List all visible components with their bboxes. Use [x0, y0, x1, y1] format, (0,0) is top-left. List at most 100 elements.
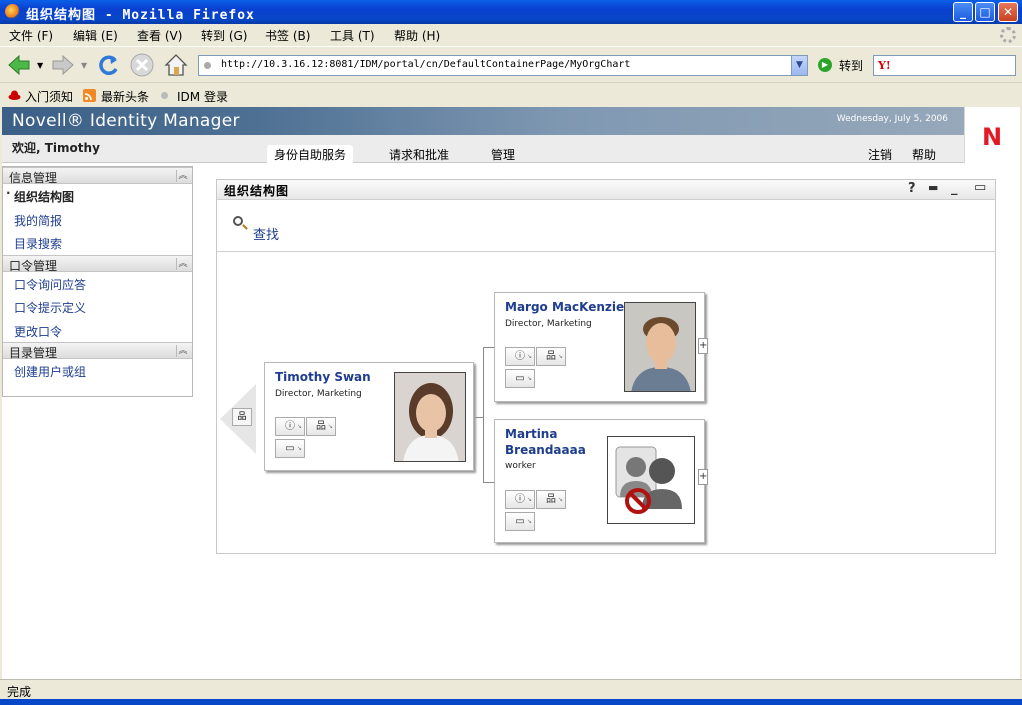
app-brand: Novell® Identity Manager — [12, 111, 240, 131]
person-photo — [624, 302, 696, 392]
stop-icon[interactable] — [129, 52, 155, 78]
person-title: worker — [505, 461, 536, 471]
bookmark-getting-started[interactable]: 入门须知 — [25, 88, 73, 105]
bookmark-latest-headlines[interactable]: 最新头条 — [101, 88, 149, 105]
email-icon[interactable]: ▭ ↘ — [505, 369, 535, 388]
bookmark-idm-login[interactable]: IDM 登录 — [177, 88, 228, 105]
navigation-toolbar: ▼ ▼ http://10.3.16.12:8081/IDM/portal/cn… — [0, 46, 1022, 82]
person-photo — [394, 372, 466, 462]
sidebar-item-create-user-group[interactable]: 创建用户或组 — [3, 359, 192, 383]
sidebar-section-info-management[interactable]: 信息管理 ︽ — [3, 167, 192, 185]
forward-icon[interactable] — [50, 52, 76, 78]
find-toolbar: 查找 — [217, 200, 995, 252]
header-date: Wednesday, July 5, 2006 — [836, 114, 948, 124]
window-title: 组织结构图 - Mozilla Firefox — [26, 8, 255, 23]
chart-connector — [475, 417, 483, 418]
tab-identity-self-service[interactable]: 身份自助服务 — [267, 145, 354, 164]
report-card[interactable]: Margo MacKenzie Director, Marketing ⓘ ↘ 品… — [494, 292, 705, 402]
menu-bookmarks[interactable]: 书签 (B) — [265, 27, 310, 44]
maximize-portlet-icon[interactable]: ▭ — [974, 180, 986, 195]
info-icon[interactable]: ⓘ ↘ — [275, 417, 305, 436]
sidebar-item-org-chart[interactable]: 组织结构图 — [3, 184, 192, 208]
sidebar-section-directory-management[interactable]: 目录管理 ︽ — [3, 342, 192, 360]
person-name[interactable]: Timothy Swan — [275, 370, 371, 384]
sidebar-item-directory-search[interactable]: 目录搜索 — [3, 231, 192, 255]
menubar: 文件 (F) 编辑 (E) 查看 (V) 转到 (G) 书签 (B) 工具 (T… — [0, 24, 1022, 46]
sidebar-section-password-management[interactable]: 口令管理 ︽ — [3, 254, 192, 273]
firefox-icon — [5, 4, 20, 19]
sidebar-item-password-hint[interactable]: 口令提示定义 — [3, 295, 192, 319]
welcome-text: 欢迎, Timothy — [12, 141, 100, 155]
tab-requests-approvals[interactable]: 请求和批准 — [389, 146, 449, 163]
address-bar[interactable]: http://10.3.16.12:8081/IDM/portal/cn/Def… — [198, 55, 808, 76]
menu-help[interactable]: 帮助 (H) — [394, 27, 440, 44]
page-bookmark-icon — [161, 92, 168, 99]
person-title: Director, Marketing — [505, 319, 592, 329]
close-window-button[interactable]: ✕ — [998, 2, 1018, 22]
minimize-portlet-icon[interactable]: _ — [951, 181, 958, 196]
go-button[interactable]: 转到 — [839, 57, 863, 74]
info-icon[interactable]: ⓘ ↘ — [505, 490, 535, 509]
collapse-icon[interactable]: ︽ — [176, 257, 189, 270]
menu-go[interactable]: 转到 (G) — [201, 27, 247, 44]
email-icon[interactable]: ▭ ↘ — [505, 512, 535, 531]
no-photo-placeholder — [607, 436, 695, 524]
help-link[interactable]: 帮助 — [912, 146, 936, 163]
address-url[interactable]: http://10.3.16.12:8081/IDM/portal/cn/Def… — [221, 59, 630, 70]
help-icon[interactable]: ? — [908, 181, 916, 196]
search-icon[interactable] — [233, 216, 243, 226]
forward-dropdown-icon[interactable]: ▼ — [81, 61, 87, 70]
email-icon[interactable]: ▭ ↘ — [275, 439, 305, 458]
chart-connector — [483, 347, 484, 482]
menu-file[interactable]: 文件 (F) — [9, 27, 53, 44]
menu-tools[interactable]: 工具 (T) — [330, 27, 375, 44]
menu-view[interactable]: 查看 (V) — [137, 27, 182, 44]
orgchart-icon[interactable]: 品 ↘ — [306, 417, 336, 436]
sidebar-item-change-password[interactable]: 更改口令 — [3, 319, 192, 343]
rss-feed-icon — [83, 89, 96, 102]
report-card[interactable]: Martina Breandaaaa worker ⓘ ↘ 品 ↘ ▭ ↘ — [494, 419, 705, 543]
find-link[interactable]: 查找 — [253, 224, 279, 243]
home-icon[interactable] — [163, 52, 189, 78]
orgchart-up-icon[interactable]: 品 — [232, 408, 252, 426]
go-icon[interactable]: ▶ — [818, 58, 832, 72]
portlet-header: 组织结构图 ? ▬ _ ▭ — [217, 180, 995, 200]
collapse-icon[interactable]: ︽ — [176, 170, 189, 182]
person-name-line2[interactable]: Breandaaaa — [505, 443, 586, 457]
app-header: Novell® Identity Manager Wednesday, July… — [2, 107, 1020, 135]
minimize-window-button[interactable]: _ — [953, 2, 973, 22]
portlet-title: 组织结构图 — [224, 184, 290, 198]
reload-icon[interactable] — [95, 52, 121, 78]
person-name-line1[interactable]: Martina — [505, 427, 557, 441]
maximize-window-button[interactable]: □ — [975, 2, 995, 22]
logout-link[interactable]: 注销 — [868, 146, 892, 163]
address-dropdown-icon[interactable]: ▼ — [791, 56, 807, 75]
print-icon[interactable]: ▬ — [928, 181, 938, 194]
info-icon[interactable]: ⓘ ↘ — [505, 347, 535, 366]
page-viewport: Novell® Identity Manager Wednesday, July… — [2, 107, 1020, 679]
menu-edit[interactable]: 编辑 (E) — [73, 27, 118, 44]
orgchart-icon[interactable]: 品 ↘ — [536, 347, 566, 366]
tab-administration[interactable]: 管理 — [491, 146, 515, 163]
person-name[interactable]: Margo MacKenzie — [505, 300, 624, 314]
collapse-icon[interactable]: ︽ — [176, 345, 189, 357]
sidebar-item-my-profile[interactable]: 我的简报 — [3, 208, 192, 232]
search-box[interactable]: Y! — [873, 55, 1016, 76]
window-titlebar: 组织结构图 - Mozilla Firefox _ □ ✕ — [0, 0, 1022, 24]
expand-button[interactable]: + — [698, 338, 708, 354]
manager-card[interactable]: Timothy Swan Director, Marketing ⓘ ↘ 品 ↘ ▭… — [264, 362, 474, 471]
back-icon[interactable] — [6, 52, 32, 78]
person-title: Director, Marketing — [275, 389, 362, 399]
bookmarks-toolbar: 入门须知 最新头条 IDM 登录 — [0, 82, 1022, 106]
yahoo-search-engine-icon[interactable]: Y! — [878, 59, 891, 72]
back-dropdown-icon[interactable]: ▼ — [37, 61, 43, 70]
window-frame-bottom — [0, 699, 1022, 705]
page-icon — [204, 62, 211, 69]
app-subheader: 欢迎, Timothy 身份自助服务 请求和批准 管理 注销 帮助 — [2, 135, 964, 164]
sidebar: 信息管理 ︽ 组织结构图 我的简报 目录搜索 口令管理 ︽ 口令询问应答 口令提… — [2, 166, 193, 397]
orgchart-icon[interactable]: 品 ↘ — [536, 490, 566, 509]
novell-logo: N — [964, 107, 1020, 163]
throbber-icon — [1000, 27, 1016, 43]
expand-button[interactable]: + — [698, 469, 708, 485]
sidebar-item-challenge-response[interactable]: 口令询问应答 — [3, 272, 192, 296]
